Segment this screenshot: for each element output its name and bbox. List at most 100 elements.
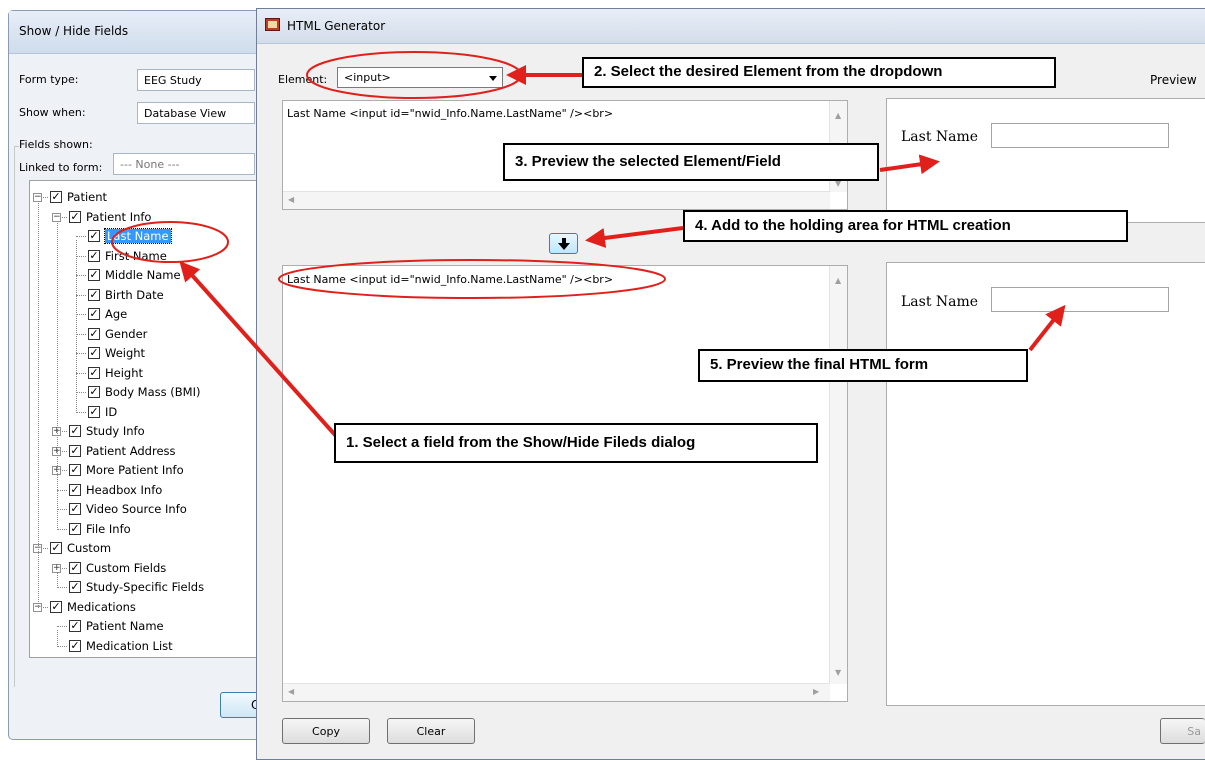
holding-area-box[interactable]: Last Name <input id="nwid_Info.Name.Last… (282, 265, 848, 702)
tree-node-label[interactable]: Video Source Info (86, 502, 187, 516)
tree-checkbox[interactable]: ✓ (69, 581, 81, 593)
tree-checkbox[interactable]: ✓ (69, 503, 81, 515)
tree-checkbox[interactable]: ✓ (69, 639, 81, 652)
add-to-holding-button[interactable] (549, 233, 578, 254)
tree-node-label[interactable]: Middle Name (105, 268, 181, 282)
tree-node-label[interactable]: Custom (67, 541, 111, 555)
scroll-up-icon[interactable]: ▲ (835, 111, 841, 120)
tree-node[interactable]: ✓ ID (30, 404, 265, 422)
tree-node-label[interactable]: File Info (86, 522, 131, 536)
tree-node-label[interactable]: ID (105, 405, 117, 419)
tree-node-label[interactable]: Patient Info (86, 210, 151, 224)
tree-node[interactable]: + ✓ Study Info (30, 423, 265, 441)
tree-checkbox[interactable]: ✓ (88, 249, 100, 262)
tree-node[interactable]: − ✓ Patient (30, 189, 265, 207)
tree-node[interactable]: ✓ First Name (30, 248, 265, 266)
tree-node[interactable]: ✓ Middle Name (30, 267, 265, 285)
clear-button[interactable]: Clear (387, 718, 475, 744)
tree-node[interactable]: ✓ Weight (30, 345, 265, 363)
tree-checkbox[interactable]: ✓ (69, 620, 81, 632)
horizontal-scrollbar[interactable]: ◀ ▶ (283, 683, 830, 701)
tree-node-label[interactable]: Study-Specific Fields (86, 580, 204, 594)
tree-node[interactable]: ✓ Last Name (30, 228, 265, 246)
generator-title-bar: HTML Generator (257, 9, 1205, 44)
show-when-select[interactable]: Database View (137, 102, 255, 124)
tree-node-label[interactable]: Patient (67, 190, 107, 204)
tree-checkbox[interactable]: ✓ (69, 561, 81, 574)
tree-checkbox[interactable]: ✓ (50, 600, 62, 613)
tree-node-label[interactable]: Study Info (86, 424, 145, 438)
tree-checkbox[interactable]: ✓ (88, 308, 100, 320)
tree-node[interactable]: ✓ Birth Date (30, 287, 265, 305)
scroll-down-icon[interactable]: ▼ (835, 668, 841, 677)
dialog-title-bar: Show / Hide Fields (9, 11, 269, 54)
tree-checkbox[interactable]: ✓ (69, 444, 81, 457)
tree-node[interactable]: ✓ Age (30, 306, 265, 324)
preview-text-input[interactable] (991, 123, 1169, 148)
tree-checkbox[interactable]: ✓ (88, 269, 100, 281)
tree-node-label[interactable]: Patient Name (86, 619, 164, 633)
copy-button[interactable]: Copy (282, 718, 370, 744)
final-preview-pane: Last Name (886, 262, 1205, 706)
holding-code: Last Name <input id="nwid_Info.Name.Last… (287, 273, 614, 286)
tree-checkbox[interactable]: ✓ (88, 327, 100, 340)
tree-checkbox[interactable]: ✓ (69, 483, 81, 496)
tree-node-label[interactable]: Age (105, 307, 127, 321)
tree-checkbox[interactable]: ✓ (88, 347, 100, 359)
tree-checkbox[interactable]: ✓ (69, 522, 81, 535)
tree-checkbox[interactable]: ✓ (88, 386, 100, 398)
tree-node[interactable]: − ✓ Medications (30, 599, 265, 617)
tree-node-label[interactable]: More Patient Info (86, 463, 184, 477)
tree-node-label[interactable]: Gender (105, 327, 147, 341)
tree-checkbox[interactable]: ✓ (50, 191, 62, 203)
tree-node[interactable]: ✓ Headbox Info (30, 482, 265, 500)
scroll-left-icon[interactable]: ◀ (288, 195, 294, 204)
tree-node-label[interactable]: Weight (105, 346, 145, 360)
tree-checkbox[interactable]: ✓ (69, 464, 81, 476)
tree-checkbox[interactable]: ✓ (88, 405, 100, 418)
tree-node[interactable]: ✓ File Info (30, 521, 265, 539)
horizontal-scrollbar[interactable]: ◀ (283, 191, 830, 209)
save-button[interactable]: Sa (1160, 718, 1205, 744)
final-text-input[interactable] (991, 287, 1169, 312)
tree-node-label[interactable]: Height (105, 366, 143, 380)
tree-node-label[interactable]: Body Mass (BMI) (105, 385, 200, 399)
tree-node[interactable]: − ✓ Custom (30, 540, 265, 558)
tree-checkbox[interactable]: ✓ (88, 230, 100, 242)
callout-step2-text: 2. Select the desired Element from the d… (594, 63, 943, 80)
form-type-select[interactable]: EEG Study (137, 69, 255, 91)
tree-node[interactable]: ✓ Study-Specific Fields (30, 579, 265, 597)
scroll-right-icon[interactable]: ▶ (813, 687, 819, 696)
tree-node[interactable]: + ✓ Custom Fields (30, 560, 265, 578)
tree-node-label[interactable]: First Name (105, 249, 167, 263)
tree-checkbox[interactable]: ✓ (69, 425, 81, 437)
tree-node[interactable]: ✓ Patient Name (30, 618, 265, 636)
tree-node-label[interactable]: Patient Address (86, 444, 176, 458)
element-select[interactable]: <input> (337, 67, 503, 88)
tree-checkbox[interactable]: ✓ (69, 210, 81, 223)
tree-node[interactable]: − ✓ Patient Info (30, 209, 265, 227)
scroll-up-icon[interactable]: ▲ (835, 276, 841, 285)
fields-tree[interactable]: − ✓ Patient − ✓ Patient Info ✓ Last Name ✓ First … (29, 180, 270, 658)
tree-node[interactable]: ✓ Medication List (30, 638, 265, 656)
tree-node-label[interactable]: Custom Fields (86, 561, 166, 575)
tree-checkbox[interactable]: ✓ (88, 366, 100, 379)
callout-step5: 5. Preview the final HTML form (698, 349, 1028, 382)
tree-node[interactable]: ✓ Video Source Info (30, 501, 265, 519)
tree-node[interactable]: + ✓ Patient Address (30, 443, 265, 461)
tree-node[interactable]: ✓ Body Mass (BMI) (30, 384, 265, 402)
tree-connector (76, 392, 86, 393)
linked-to-form-select[interactable]: --- None --- (113, 153, 255, 175)
tree-node-label[interactable]: Last Name (104, 228, 172, 244)
tree-checkbox[interactable]: ✓ (50, 542, 62, 554)
tree-node[interactable]: + ✓ More Patient Info (30, 462, 265, 480)
tree-node-label[interactable]: Birth Date (105, 288, 164, 302)
tree-node-label[interactable]: Medications (67, 600, 136, 614)
tree-node-label[interactable]: Headbox Info (86, 483, 162, 497)
vertical-scrollbar[interactable]: ▲ ▼ (829, 266, 847, 684)
tree-checkbox[interactable]: ✓ (88, 288, 100, 301)
tree-node-label[interactable]: Medication List (86, 639, 173, 653)
tree-node[interactable]: ✓ Gender (30, 326, 265, 344)
tree-node[interactable]: ✓ Height (30, 365, 265, 383)
scroll-left-icon[interactable]: ◀ (288, 687, 294, 696)
